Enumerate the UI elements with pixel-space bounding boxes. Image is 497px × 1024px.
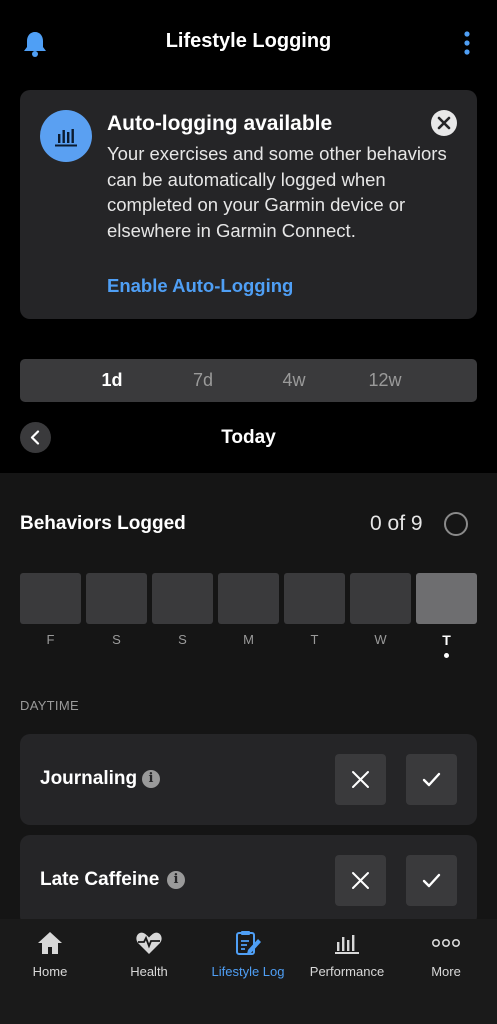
day-cell[interactable]: M	[218, 573, 279, 647]
day-label: T	[310, 632, 319, 647]
behavior-card-late-caffeine: Late Caffeine i	[20, 835, 477, 919]
today-indicator-dot	[444, 653, 449, 658]
day-cell-today[interactable]: T	[416, 573, 477, 658]
mark-not-done-button[interactable]	[335, 855, 386, 906]
clipboard-edit-icon	[236, 931, 261, 955]
day-label: M	[243, 632, 254, 647]
day-label: F	[46, 632, 55, 647]
range-option-7d[interactable]: 7d	[158, 359, 248, 402]
day-label: S	[112, 632, 121, 647]
banner-title: Auto-logging available	[107, 112, 333, 135]
top-bar: Lifestyle Logging	[0, 0, 497, 86]
behavior-card-journaling: Journaling i	[20, 734, 477, 825]
kebab-menu-icon[interactable]	[463, 30, 471, 56]
day-cell[interactable]: S	[86, 573, 147, 647]
behaviors-logged-title: Behaviors Logged	[20, 513, 186, 534]
bottom-tab-bar: Home Health Lifestyle Log Performance Mo…	[0, 919, 497, 1024]
day-cell[interactable]: S	[152, 573, 213, 647]
progress-ring-icon	[444, 512, 468, 536]
heart-pulse-icon	[136, 932, 162, 954]
day-label: W	[374, 632, 387, 647]
page-title: Lifestyle Logging	[165, 30, 332, 52]
day-cell[interactable]: T	[284, 573, 345, 647]
tab-performance[interactable]: Performance	[297, 919, 397, 999]
tab-more[interactable]: More	[396, 919, 496, 999]
mark-done-button[interactable]	[406, 754, 457, 805]
range-option-12w[interactable]: 12w	[340, 359, 430, 402]
info-icon[interactable]: i	[142, 770, 160, 788]
mark-done-button[interactable]	[406, 855, 457, 906]
bar-chart-icon	[40, 110, 92, 162]
auto-logging-banner: Auto-logging available Your exercises an…	[20, 90, 477, 319]
close-icon[interactable]	[431, 110, 457, 136]
range-option-1d[interactable]: 1d	[67, 359, 157, 402]
banner-body: Your exercises and some other behaviors …	[107, 143, 447, 241]
enable-auto-logging-link[interactable]: Enable Auto-Logging	[107, 275, 293, 297]
home-icon	[38, 932, 62, 954]
date-navigator: Today	[0, 420, 497, 456]
bar-chart-icon	[335, 935, 359, 954]
range-option-4w[interactable]: 4w	[249, 359, 339, 402]
current-date-label: Today	[221, 427, 276, 448]
tab-lifestyle-log[interactable]: Lifestyle Log	[198, 919, 298, 999]
behaviors-logged-count: 0 of 9	[370, 512, 423, 535]
range-selector: 1d 7d 4w 12w	[20, 359, 477, 402]
day-strip: F S S M T W T	[20, 573, 477, 663]
behavior-name: Journaling	[40, 768, 138, 789]
tab-label: More	[431, 964, 461, 979]
info-icon[interactable]: i	[167, 871, 185, 889]
tab-home[interactable]: Home	[0, 919, 100, 999]
tab-health[interactable]: Health	[99, 919, 199, 999]
section-heading-daytime: DAYTIME	[20, 698, 79, 713]
day-label: T	[442, 632, 451, 648]
day-cell[interactable]: W	[350, 573, 411, 647]
mark-not-done-button[interactable]	[335, 754, 386, 805]
day-cell[interactable]: F	[20, 573, 81, 647]
more-dots-icon	[432, 939, 460, 948]
behaviors-panel: Behaviors Logged 0 of 9 F S S M T W T DA…	[0, 473, 497, 919]
behavior-name: Late Caffeine	[40, 869, 160, 890]
day-label: S	[178, 632, 187, 647]
